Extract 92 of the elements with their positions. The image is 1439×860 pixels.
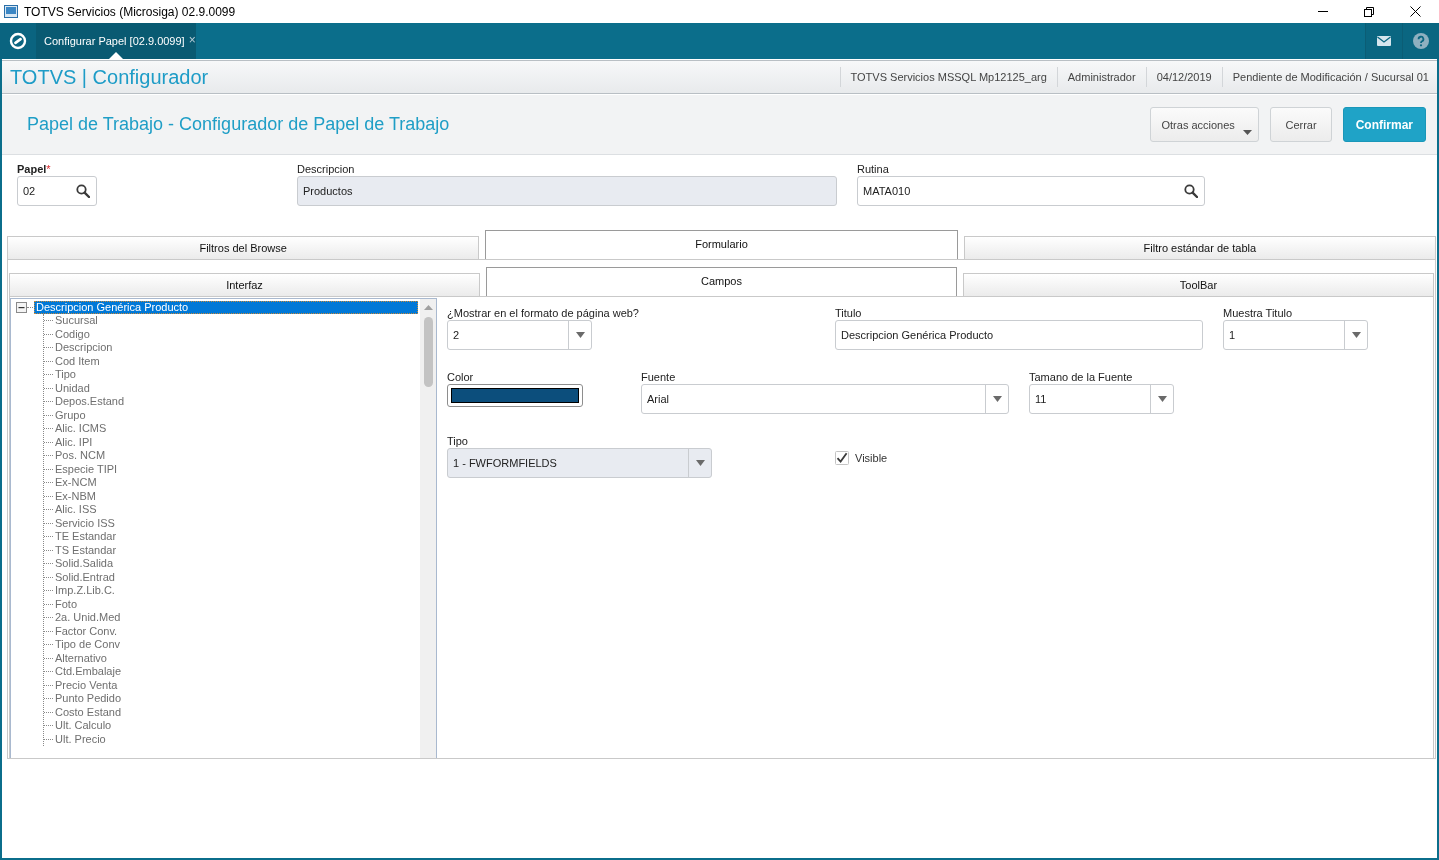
tree-item[interactable]: Ctd.Embalaje xyxy=(54,665,124,679)
mail-button[interactable] xyxy=(1365,23,1402,59)
tree-item[interactable]: Tipo de Conv xyxy=(54,638,123,652)
dropdown-field[interactable]: Arial xyxy=(641,384,1009,414)
help-icon xyxy=(1413,33,1429,49)
tree-item[interactable]: Alic. ICMS xyxy=(54,422,109,436)
tree-item[interactable]: Sucursal xyxy=(54,314,100,328)
tab[interactable]: ToolBar xyxy=(963,273,1434,296)
search-icon xyxy=(1184,184,1198,198)
app-brand: TOTVS | Configurador xyxy=(10,65,209,89)
app-tab[interactable]: Configurar Papel [02.9.0099] × xyxy=(36,23,196,59)
tree-item[interactable]: Especie TIPI xyxy=(54,462,120,476)
scroll-thumb[interactable] xyxy=(423,317,433,387)
caret-icon xyxy=(992,396,1002,402)
scrollbar[interactable] xyxy=(420,299,436,758)
field-label: Muestra Titulo xyxy=(1223,306,1293,320)
tab[interactable]: Interfaz xyxy=(9,273,480,296)
tree-item[interactable]: Ult. Precio xyxy=(54,732,108,746)
tree-item[interactable]: TS Estandar xyxy=(54,543,119,557)
tab[interactable]: Filtros del Browse xyxy=(7,236,480,259)
header-info: Pendiente de Modificación / Sucursal 01 xyxy=(1221,67,1437,87)
dropdown-field[interactable]: 11 xyxy=(1029,384,1174,414)
help-button[interactable] xyxy=(1402,23,1439,59)
tab[interactable]: Formulario xyxy=(485,230,958,259)
tree-item[interactable]: Tipo xyxy=(54,368,78,382)
checkbox[interactable] xyxy=(835,451,849,465)
header-info: Administrador xyxy=(1056,67,1146,87)
tree-item[interactable]: TE Estandar xyxy=(54,530,119,544)
tree-item[interactable]: Grupo xyxy=(54,408,88,422)
caret-icon xyxy=(575,332,585,338)
field-label: Fuente xyxy=(641,370,676,384)
tree-item[interactable]: Descripcion Genérica Producto xyxy=(34,300,418,314)
field-label: Color xyxy=(447,370,474,384)
close-form-button[interactable]: Cerrar xyxy=(1270,107,1332,142)
checkbox-label: Visible xyxy=(855,452,888,464)
page-title: Papel de Trabajo - Configurador de Papel de Trabajo xyxy=(27,114,450,135)
header-info: 04/12/2019 xyxy=(1145,67,1222,87)
caret-icon xyxy=(1157,396,1167,402)
tree-item[interactable]: Cod Item xyxy=(54,354,102,368)
lookup-field[interactable]: MATA010 xyxy=(857,176,1205,206)
field-label: Descripcion xyxy=(297,162,355,176)
field-label: Titulo xyxy=(835,306,862,320)
logo-icon xyxy=(9,32,27,50)
tree-item[interactable]: Alic. ISS xyxy=(54,503,99,517)
tree-item[interactable]: Foto xyxy=(54,597,79,611)
mail-icon xyxy=(1377,36,1391,46)
tab-close-button[interactable]: × xyxy=(184,32,196,47)
caret-icon xyxy=(695,460,705,466)
minimize-icon xyxy=(1318,11,1328,12)
tree-item[interactable]: Imp.Z.Lib.C. xyxy=(54,584,117,598)
tab-pointer-icon xyxy=(109,52,123,59)
field-label: ¿Mostrar en el formato de página web? xyxy=(447,306,639,320)
tree-item[interactable]: Codigo xyxy=(54,327,92,341)
tree-item[interactable]: Solid.Salida xyxy=(54,557,116,571)
tree-item[interactable]: Precio Venta xyxy=(54,678,120,692)
tab[interactable]: Filtro estándar de tabla xyxy=(963,236,1436,259)
caret-icon xyxy=(1351,332,1361,338)
search-icon xyxy=(76,184,90,198)
restore-icon xyxy=(1364,6,1374,17)
dropdown-field[interactable]: 1 xyxy=(1223,320,1368,350)
tree-item[interactable]: Servicio ISS xyxy=(54,516,117,530)
caret-icon xyxy=(1243,130,1253,135)
window-title: TOTVS Servicios (Microsiga) 02.9.0099 xyxy=(24,4,236,19)
tree-item[interactable]: Ult. Calculo xyxy=(54,719,114,733)
field-label: Tipo xyxy=(447,434,468,448)
tree-item[interactable]: Ex-NBM xyxy=(54,489,98,503)
close-icon xyxy=(1409,6,1421,17)
field-label: Papel* xyxy=(17,162,51,176)
tree-item[interactable]: Solid.Entrad xyxy=(54,570,117,584)
collapse-icon[interactable] xyxy=(16,301,27,313)
actions-menu-button[interactable]: Otras acciones xyxy=(1150,107,1260,142)
tree-item[interactable]: Alternativo xyxy=(54,651,109,665)
field-label: Rutina xyxy=(857,162,889,176)
confirm-button[interactable]: Confirmar xyxy=(1342,107,1426,142)
home-button[interactable] xyxy=(0,23,36,59)
tree-item[interactable]: Descripcion xyxy=(54,341,115,355)
tree-item[interactable]: Alic. IPI xyxy=(54,435,95,449)
lookup-field[interactable]: 02 xyxy=(17,176,97,206)
field-label: Tamano de la Fuente xyxy=(1029,370,1133,384)
dropdown-field[interactable]: 2 xyxy=(447,320,592,350)
tree-item[interactable]: 2a. Unid.Med xyxy=(54,611,123,625)
tree-item[interactable]: Punto Pedido xyxy=(54,692,124,706)
header-info: TOTVS Servicios MSSQL Mp12125_arg xyxy=(839,67,1057,87)
tree-item[interactable]: Depos.Estand xyxy=(54,395,127,409)
tab[interactable]: Campos xyxy=(486,267,957,296)
tree-item[interactable]: Costo Estand xyxy=(54,705,124,719)
app-icon xyxy=(4,5,18,18)
tree-item[interactable]: Ex-NCM xyxy=(54,476,99,490)
tree-item[interactable]: Pos. NCM xyxy=(54,449,108,463)
tree-item[interactable]: Factor Conv. xyxy=(54,624,120,638)
tree-item[interactable]: Unidad xyxy=(54,381,92,395)
text-field[interactable]: Descripcion Genérica Producto xyxy=(835,320,1203,350)
